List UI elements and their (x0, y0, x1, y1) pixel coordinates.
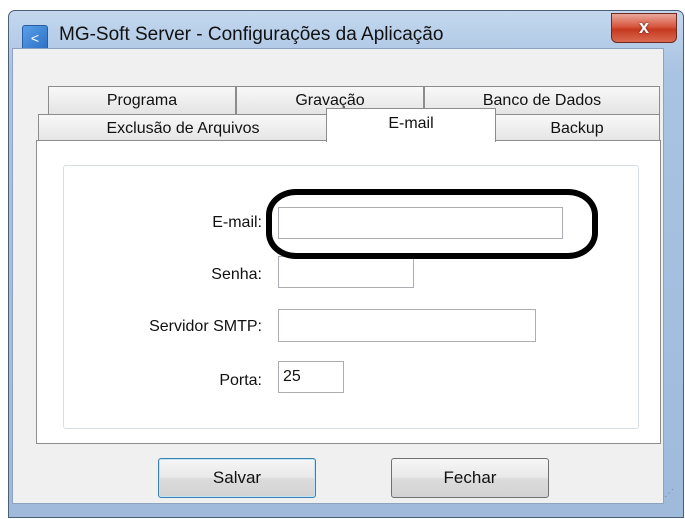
close-button[interactable]: Fechar (391, 458, 549, 498)
password-field[interactable] (278, 256, 414, 288)
senha-label: Senha: (211, 266, 262, 283)
tab-label: E-mail (388, 115, 434, 132)
tab-label: Gravação (295, 92, 365, 109)
email-tab-panel (36, 140, 661, 444)
tab-label: Banco de Dados (482, 92, 602, 109)
email-field[interactable] (278, 207, 563, 239)
save-button[interactable]: Salvar (158, 458, 316, 498)
smtp-server-field[interactable] (278, 309, 536, 342)
port-label: Porta: (219, 372, 262, 389)
port-field[interactable] (278, 361, 344, 393)
close-icon: x (638, 17, 649, 37)
smtp-server-label: Servidor SMTP: (149, 318, 262, 335)
tab-exclusao-de-arquivos[interactable]: Exclusão de Arquivos (38, 114, 328, 142)
tab-label: Exclusão de Arquivos (106, 120, 260, 137)
tab-programa[interactable]: Programa (48, 86, 236, 114)
email-label: E-mail: (212, 214, 262, 231)
tab-label: Backup (550, 120, 604, 137)
tab-email[interactable]: E-mail (326, 108, 496, 142)
close-window-button[interactable]: x (611, 13, 677, 43)
window-title: MG-Soft Server - Configurações da Aplica… (59, 24, 444, 45)
tab-label: Programa (106, 92, 178, 109)
resize-grip-icon[interactable]: ⋰ (664, 488, 674, 499)
tab-backup[interactable]: Backup (494, 114, 660, 142)
